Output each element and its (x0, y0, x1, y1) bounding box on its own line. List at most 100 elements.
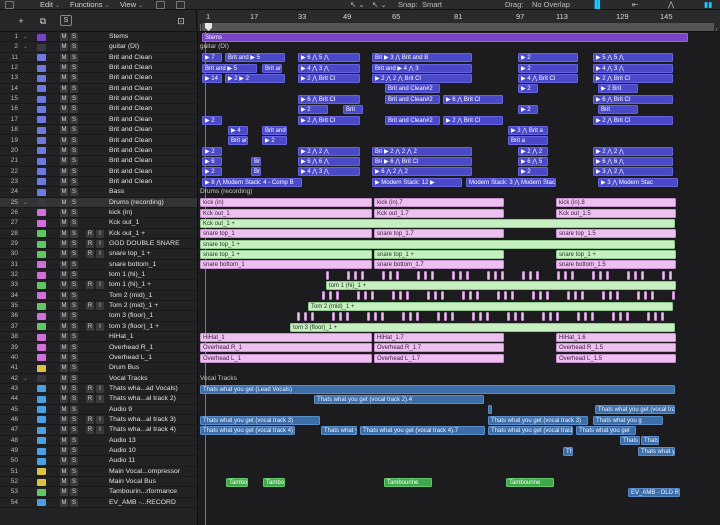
tom-hit-region[interactable] (381, 312, 384, 322)
region[interactable]: ▶ 6 (202, 156, 222, 166)
solo-button[interactable]: S (70, 146, 78, 155)
record-enable-button[interactable]: R (86, 250, 94, 259)
region[interactable]: ▶ 6 ⋀ 5 ⋀ (298, 53, 360, 63)
track-name[interactable]: guitar (DI) (109, 42, 195, 52)
solo-button[interactable]: S (70, 291, 78, 300)
tom-hit-region[interactable] (514, 312, 517, 322)
mute-button[interactable]: M (60, 105, 68, 114)
track-name[interactable]: tom 1 (hi)_1 + (109, 280, 195, 290)
mute-button[interactable]: M (60, 498, 68, 507)
tom-hit-region[interactable] (311, 312, 314, 322)
track-name[interactable]: Drums (recording) (109, 198, 195, 208)
region[interactable]: Tom 2 (mid)_1 + (308, 301, 673, 311)
region[interactable]: Thats (620, 436, 640, 446)
solo-button[interactable]: S (70, 447, 78, 455)
track-name[interactable]: tom 1 (hi)_1 (109, 270, 195, 280)
tom-hit-region[interactable] (354, 270, 357, 280)
track-header-row[interactable]: 38 M S HiHat_1 (0, 332, 197, 343)
track-header-row[interactable]: 28 M S R I Kck out_1 + (0, 229, 197, 239)
track-header-row[interactable]: 14 M S Brit and Clean (0, 84, 197, 95)
region[interactable]: tom 1 (hi)_1 + (326, 281, 676, 291)
region[interactable]: kick (in).7 (374, 198, 504, 208)
track-header-row[interactable]: 19 M S Brit and Clean (0, 136, 197, 146)
region[interactable]: snare top_1 + (200, 239, 675, 249)
mute-button[interactable]: M (60, 364, 68, 373)
solo-button[interactable]: S (70, 219, 78, 228)
tom-hit-region[interactable] (669, 270, 672, 280)
region[interactable]: Brit and Clean#2 (385, 115, 440, 125)
region[interactable]: ▶ 2 ⋀ 2 ⋀ (593, 146, 673, 156)
region[interactable]: Bri (251, 156, 261, 166)
tom-hit-region[interactable] (346, 312, 349, 322)
solo-button[interactable]: S (70, 74, 78, 83)
tom-hit-region[interactable] (536, 270, 539, 280)
track-header-row[interactable]: 32 M Stom 1 (hi)_1 (0, 270, 197, 281)
tom-hit-region[interactable] (417, 270, 420, 280)
track-header-row[interactable]: 44 M S R I Thats wha...al track 2) (0, 394, 197, 405)
tom-hit-region[interactable] (459, 270, 462, 280)
tom-hit-region[interactable] (584, 312, 587, 322)
record-enable-button[interactable]: R (86, 384, 94, 393)
region[interactable]: Thats what you get (Lead Vocals) (200, 384, 675, 394)
tom-hit-region[interactable] (599, 270, 602, 280)
track-name[interactable]: Tom 2 (mid)_1 + (109, 301, 195, 311)
solo-button[interactable]: S (70, 467, 78, 476)
track-name[interactable]: Brit and Clean (109, 177, 195, 187)
mute-button[interactable]: M (60, 312, 68, 321)
region[interactable]: Tambourine (506, 477, 554, 487)
tom-hit-region[interactable] (654, 312, 657, 322)
input-monitor-button[interactable]: I (96, 395, 104, 404)
region[interactable]: ▶ 2 (518, 167, 548, 177)
region[interactable]: Thats what you g (593, 415, 663, 425)
region[interactable]: EV_AMB - OLD RE (628, 488, 680, 498)
tom-hit-region[interactable] (462, 291, 465, 301)
region[interactable]: Thats what you get (vocal track 4) (200, 426, 295, 435)
track-header-row[interactable]: 49 M S Audio 10 (0, 446, 197, 457)
tom-hit-region[interactable] (347, 270, 350, 280)
solo-button[interactable]: S (70, 312, 78, 321)
region[interactable]: ▶ 2 ⋀ Brit Cl (593, 115, 673, 125)
solo-button[interactable]: S (70, 177, 78, 186)
region[interactable]: HiHat_1 (200, 332, 372, 342)
mute-button[interactable]: M (60, 333, 68, 342)
record-enable-button[interactable]: R (86, 281, 94, 290)
tom-hit-region[interactable] (434, 291, 437, 301)
mute-button[interactable]: M (60, 343, 68, 352)
solo-button[interactable]: S (70, 498, 78, 507)
input-monitor-button[interactable]: I (96, 302, 104, 311)
region[interactable]: ▶ 2 Brit (598, 84, 638, 94)
region[interactable]: kick (in).8 (556, 198, 676, 208)
region[interactable]: ▶ 6 ⋀ Brit Cl (443, 94, 503, 104)
solo-button[interactable]: S (70, 95, 78, 104)
tom-hit-region[interactable] (627, 270, 630, 280)
region[interactable]: ▶ 4 ⋀ 3 ⋀ (298, 167, 360, 177)
track-name[interactable]: Brit and Clean (109, 146, 195, 156)
solo-button[interactable]: S (70, 33, 78, 41)
tom-hit-region[interactable] (406, 291, 409, 301)
mute-button[interactable]: M (60, 271, 68, 280)
region[interactable]: ▶ 5 ⋀ 5 ⋀ (593, 53, 673, 63)
list-view-icon[interactable] (156, 1, 165, 9)
region[interactable]: snare bottom_1 (200, 260, 372, 270)
track-header-row[interactable]: 13 M S Brit and Clean (0, 73, 197, 84)
solo-button[interactable]: S (70, 229, 78, 238)
region[interactable]: Thats what you get (vocal track 3) (488, 415, 588, 425)
region[interactable]: Tambo (263, 477, 285, 487)
region[interactable]: ▶ 2 ⋀ Brit Cl (593, 74, 673, 84)
tom-hit-region[interactable] (546, 291, 549, 301)
solo-button[interactable]: S (70, 457, 78, 466)
track-name[interactable]: EV_AMB -...RECORD (109, 498, 195, 508)
tom-hit-region[interactable] (336, 291, 339, 301)
track-name[interactable]: Overhead L_1 (109, 353, 195, 363)
region[interactable]: Overhead R_1.7 (374, 343, 504, 353)
input-monitor-button[interactable]: I (96, 415, 104, 424)
region[interactable]: ▶ 2 (202, 167, 222, 177)
region[interactable]: Brit and (228, 136, 248, 146)
region[interactable]: ▶ 2 ⋀ 2 ⋀ (298, 146, 360, 156)
mute-button[interactable]: M (60, 167, 68, 176)
solo-button[interactable]: S (70, 136, 78, 145)
track-name[interactable]: Stems (109, 32, 195, 42)
track-header-row[interactable]: 37 M S R Itom 3 (floor)_1 + (0, 322, 197, 333)
track-name[interactable]: Brit and Clean (109, 84, 195, 94)
catch-icon[interactable]: ▐▌ (592, 0, 603, 9)
